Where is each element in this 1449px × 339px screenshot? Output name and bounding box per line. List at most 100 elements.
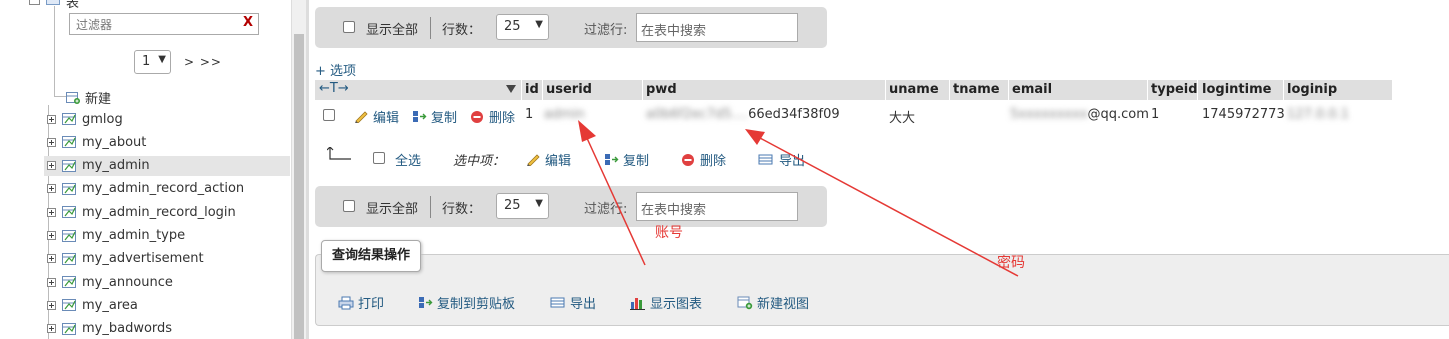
select-all-checkbox[interactable]	[373, 152, 385, 164]
check-all-arrow-icon	[327, 147, 351, 160]
bulk-delete-button[interactable]: 删除	[681, 150, 726, 169]
sidebar-item-my_about[interactable]: my_about	[44, 132, 290, 152]
column-header-pwd[interactable]: pwd	[646, 82, 677, 97]
column-header-id[interactable]: id	[525, 82, 539, 97]
export-button[interactable]: 导出	[550, 293, 596, 312]
table-filter-input[interactable]	[74, 15, 238, 35]
table-icon[interactable]	[62, 159, 76, 172]
table-icon[interactable]	[62, 136, 76, 149]
expand-icon[interactable]	[47, 231, 56, 240]
sidebar-scrollbar[interactable]	[291, 0, 306, 339]
create-view-label: 新建视图	[757, 297, 810, 312]
cell-id[interactable]: 1	[525, 107, 533, 122]
column-header-email[interactable]: email	[1012, 82, 1052, 97]
bulk-copy-button[interactable]: 复制	[604, 150, 649, 169]
copy-to-clipboard-button[interactable]: 复制到剪贴板	[418, 293, 515, 312]
sidebar-item-my_badwords[interactable]: my_badwords	[44, 319, 290, 339]
column-header-uname[interactable]: uname	[889, 82, 939, 97]
table-row: 编辑 复制 删除 1 admin a0b6f2ec7d5....66ed34f3…	[315, 103, 1392, 128]
results-navbar-bottom: 显示全部 行数： 25 ▼ 过滤行: 在表中搜索	[315, 186, 827, 227]
filter-rows-input[interactable]: 在表中搜索	[636, 192, 798, 221]
printer-icon	[338, 296, 354, 309]
row-delete-button[interactable]: 删除	[470, 107, 515, 126]
sidebar-item-my_area[interactable]: my_area	[44, 295, 290, 315]
expand-icon[interactable]	[47, 114, 56, 124]
account-annotation: 账号	[655, 225, 683, 241]
create-view-button[interactable]: 新建视图	[737, 293, 809, 312]
table-icon[interactable]	[62, 252, 76, 265]
bulk-edit-button[interactable]: 编辑	[526, 150, 571, 169]
row-edit-button[interactable]: 编辑	[354, 107, 399, 126]
column-header-typeid[interactable]: typeid	[1151, 82, 1198, 97]
show-all-label[interactable]: 显示全部	[366, 198, 418, 217]
expand-icon[interactable]	[47, 161, 56, 171]
row-copy-button[interactable]: 复制	[412, 107, 457, 126]
table-icon[interactable]	[62, 229, 76, 242]
print-button[interactable]: 打印	[338, 293, 384, 312]
table-icon[interactable]	[62, 206, 76, 219]
cell-pwd[interactable]: a0b6f2ec7d5....66ed34f38f09	[646, 107, 840, 122]
expand-icon[interactable]	[47, 137, 56, 147]
column-header-tname[interactable]: tname	[953, 82, 1000, 97]
select-all-label[interactable]: 全选	[395, 150, 421, 169]
column-header-userid[interactable]: userid	[546, 82, 592, 97]
bulk-export-label: 导出	[779, 154, 806, 169]
table-icon[interactable]	[62, 113, 76, 125]
sidebar-item-gmlog[interactable]: gmlog	[44, 109, 290, 129]
cell-typeid[interactable]: 1	[1151, 107, 1159, 122]
table-filter-box: X	[69, 13, 259, 35]
rows-select[interactable]: 25 ▼	[496, 193, 549, 219]
rows-select[interactable]: 25 ▼	[496, 14, 549, 40]
page-next-link[interactable]: > >>	[184, 55, 222, 69]
page-select[interactable]: 1 ▼	[134, 50, 171, 74]
cell-loginip[interactable]: 127.0.0.1	[1287, 107, 1349, 122]
cell-email[interactable]: 5xxxxxxxxx@qq.com	[1010, 107, 1149, 122]
table-icon[interactable]	[62, 322, 76, 335]
password-annotation: 密码	[997, 255, 1025, 271]
show-chart-button[interactable]: 显示图表	[630, 293, 702, 312]
cell-uname[interactable]: 大大	[889, 107, 915, 126]
column-arrows-icon[interactable]: ←T→	[319, 81, 349, 96]
expand-icon[interactable]	[47, 300, 56, 310]
expand-icon[interactable]	[47, 184, 56, 194]
tree-root-label[interactable]: 表	[66, 0, 79, 11]
sidebar-item-label: my_admin_record_login	[82, 204, 236, 220]
table-icon[interactable]	[62, 299, 76, 312]
show-all-label[interactable]: 显示全部	[366, 19, 418, 38]
scrollbar-thumb[interactable]	[294, 34, 304, 339]
copy-icon	[419, 297, 433, 308]
table-icon[interactable]	[62, 276, 76, 289]
sidebar-item-my_announce[interactable]: my_announce	[44, 272, 290, 292]
column-header-loginip[interactable]: loginip	[1287, 82, 1337, 97]
filter-rows-input[interactable]: 在表中搜索	[636, 13, 798, 42]
sidebar-item-my_admin_record_login[interactable]: my_admin_record_login	[44, 202, 290, 222]
rows-select-value: 25	[504, 19, 521, 34]
expand-icon[interactable]	[47, 207, 56, 217]
cell-userid[interactable]: admin	[544, 107, 585, 122]
column-header-logintime[interactable]: logintime	[1202, 82, 1271, 97]
sidebar-item-my_admin_record_action[interactable]: my_admin_record_action	[44, 179, 290, 199]
delete-icon	[682, 153, 694, 166]
expand-icon[interactable]	[47, 324, 56, 334]
sort-dropdown-icon[interactable]	[506, 85, 516, 93]
collapse-icon[interactable]	[29, 0, 40, 5]
options-link[interactable]: + 选项	[315, 60, 356, 79]
expand-icon[interactable]	[47, 254, 56, 264]
show-all-checkbox[interactable]	[343, 21, 355, 33]
sidebar-item-label: my_advertisement	[82, 251, 204, 267]
show-all-checkbox[interactable]	[343, 200, 355, 212]
bulk-export-button[interactable]: 导出	[758, 150, 805, 169]
table-icon[interactable]	[62, 182, 76, 195]
page-select-value: 1	[142, 54, 151, 69]
sidebar-item-my_advertisement[interactable]: my_advertisement	[44, 249, 290, 269]
sidebar-item-my_admin[interactable]: my_admin	[44, 155, 290, 176]
row-edit-label: 编辑	[373, 111, 400, 126]
cell-logintime[interactable]: 1745972773	[1202, 107, 1285, 122]
cell-email-visible: @qq.com	[1087, 107, 1149, 122]
expand-icon[interactable]	[47, 277, 56, 287]
new-table-item[interactable]: 新建	[66, 88, 111, 107]
row-checkbox[interactable]	[323, 109, 335, 121]
clear-filter-button[interactable]: X	[243, 15, 253, 30]
sidebar-item-label: my_admin_type	[82, 228, 186, 243]
sidebar-item-my_admin_type[interactable]: my_admin_type	[44, 226, 290, 246]
